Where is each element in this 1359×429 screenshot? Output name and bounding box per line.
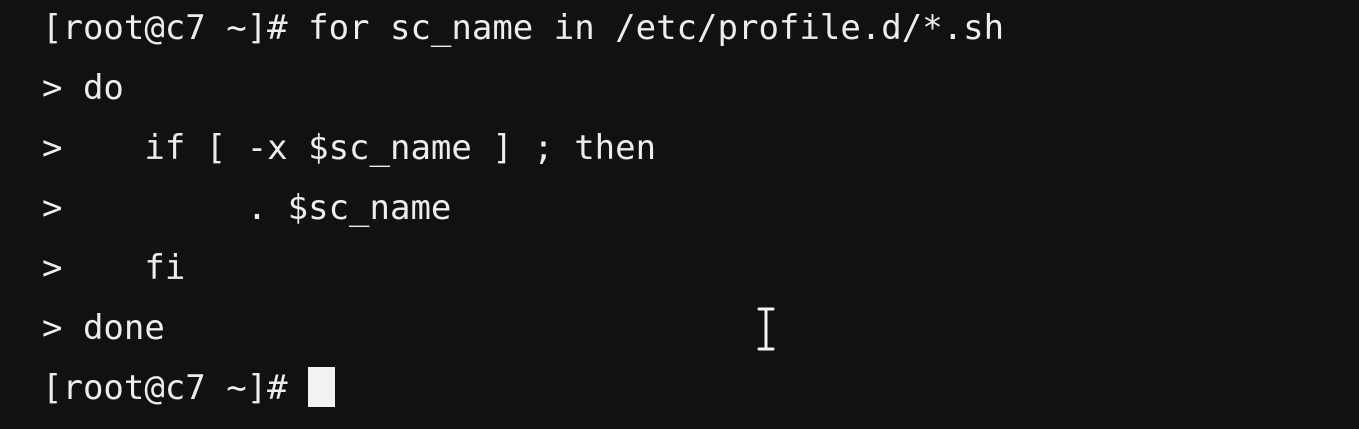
shell-prompt: [root@c7 ~]# xyxy=(42,368,309,408)
terminal-line-fi: > fi xyxy=(42,248,186,288)
block-cursor xyxy=(308,367,336,407)
terminal-line-source: > . $sc_name xyxy=(42,188,452,228)
text-ibeam-cursor-icon xyxy=(755,305,777,353)
terminal-window[interactable]: [root@c7 ~]# for sc_name in /etc/profile… xyxy=(0,0,1359,429)
terminal-line-command: [root@c7 ~]# for sc_name in /etc/profile… xyxy=(42,8,1005,48)
terminal-line-if: > if [ -x $sc_name ] ; then xyxy=(42,128,657,168)
terminal-line-done: > done xyxy=(42,308,165,348)
terminal-input-line[interactable]: [root@c7 ~]# xyxy=(42,365,1359,425)
terminal-line-do: > do xyxy=(42,68,124,108)
